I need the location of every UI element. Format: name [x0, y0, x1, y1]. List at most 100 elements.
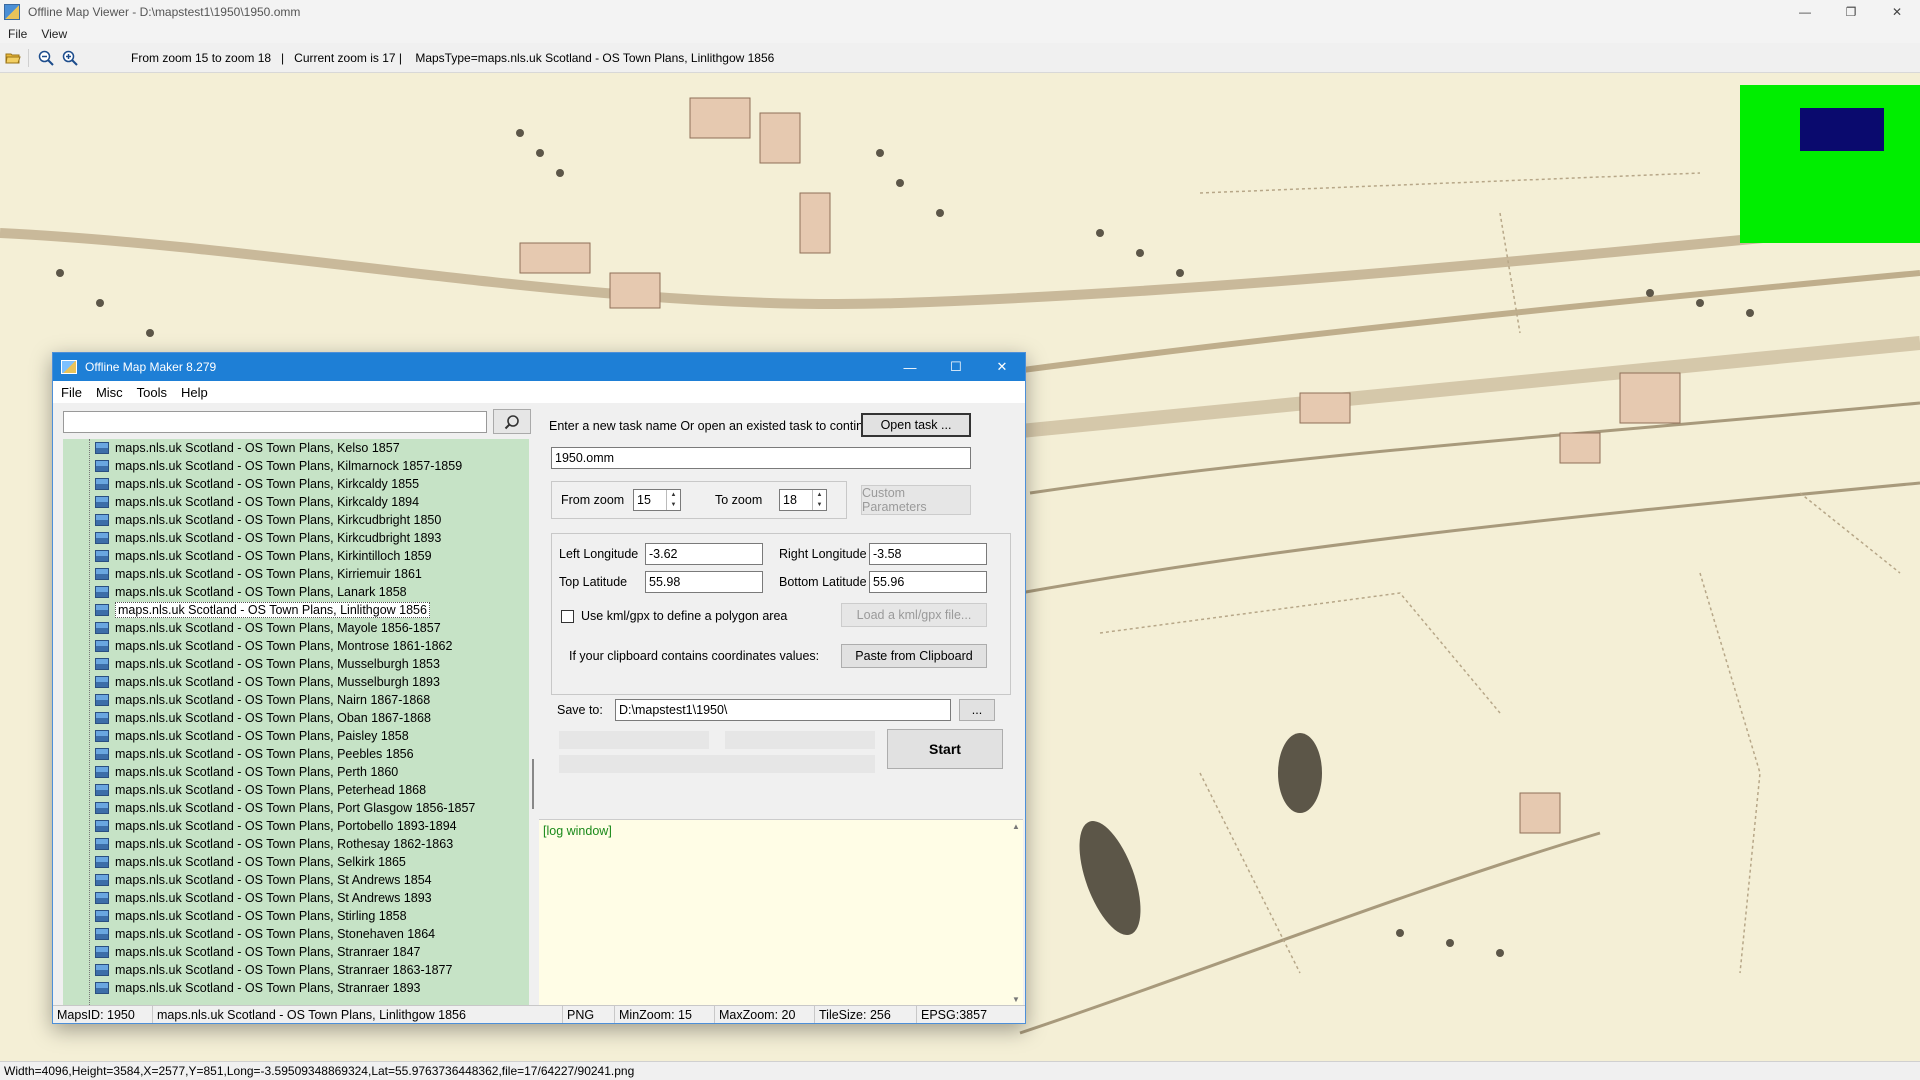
tree-item[interactable]: maps.nls.uk Scotland - OS Town Plans, Mu…	[95, 673, 440, 691]
dialog-app-icon	[61, 360, 77, 374]
dialog-menu-help[interactable]: Help	[181, 385, 208, 400]
custom-parameters-button[interactable]: Custom Parameters	[861, 485, 971, 515]
left-longitude-input[interactable]: -3.62	[645, 543, 763, 565]
tree-item[interactable]: maps.nls.uk Scotland - OS Town Plans, Ki…	[95, 529, 441, 547]
map-layer-icon	[95, 802, 109, 814]
tree-item[interactable]: maps.nls.uk Scotland - OS Town Plans, Po…	[95, 817, 457, 835]
map-layer-icon	[95, 910, 109, 922]
menu-file[interactable]: File	[8, 27, 27, 41]
open-task-button[interactable]: Open task ...	[861, 413, 971, 437]
kml-checkbox[interactable]	[561, 610, 574, 623]
map-layer-icon	[95, 982, 109, 994]
dialog-maximize-button[interactable]: ☐	[933, 353, 979, 381]
dialog-menu-misc[interactable]: Misc	[96, 385, 123, 400]
load-kml-button[interactable]: Load a kml/gpx file...	[841, 603, 987, 627]
map-layer-icon	[95, 946, 109, 958]
map-layer-icon	[95, 928, 109, 940]
scroll-up-icon[interactable]: ▲	[1012, 822, 1020, 831]
left-longitude-label: Left Longitude	[559, 547, 639, 561]
bottom-latitude-label: Bottom Latitude	[779, 575, 867, 589]
dialog-minimize-button[interactable]: —	[887, 353, 933, 381]
tree-item[interactable]: maps.nls.uk Scotland - OS Town Plans, St…	[95, 943, 420, 961]
tree-item-label: maps.nls.uk Scotland - OS Town Plans, La…	[115, 585, 407, 599]
tree-item-label: maps.nls.uk Scotland - OS Town Plans, St…	[115, 891, 432, 905]
map-layer-icon	[95, 622, 109, 634]
minimap-viewport[interactable]	[1800, 108, 1884, 151]
from-zoom-spinner[interactable]: 15 ▲ ▼	[633, 489, 681, 511]
tree-item-label: maps.nls.uk Scotland - OS Town Plans, Ob…	[115, 711, 431, 725]
minimap[interactable]	[1740, 85, 1920, 243]
spinner-down-icon[interactable]: ▼	[667, 500, 680, 510]
search-button[interactable]	[493, 409, 531, 434]
map-layer-icon	[95, 766, 109, 778]
tree-item[interactable]: maps.nls.uk Scotland - OS Town Plans, Ki…	[95, 457, 462, 475]
dialog-menu-tools[interactable]: Tools	[137, 385, 167, 400]
tree-item[interactable]: maps.nls.uk Scotland - OS Town Plans, Ma…	[95, 619, 441, 637]
scroll-down-icon[interactable]: ▼	[1012, 995, 1020, 1004]
tree-item[interactable]: maps.nls.uk Scotland - OS Town Plans, Ki…	[95, 565, 422, 583]
top-latitude-input[interactable]: 55.98	[645, 571, 763, 593]
tree-item[interactable]: maps.nls.uk Scotland - OS Town Plans, Pa…	[95, 727, 409, 745]
tree-item-label: maps.nls.uk Scotland - OS Town Plans, Li…	[115, 602, 430, 618]
tree-scrollbar[interactable]	[529, 439, 537, 1005]
tree-item[interactable]: maps.nls.uk Scotland - OS Town Plans, Ob…	[95, 709, 431, 727]
right-longitude-input[interactable]: -3.58	[869, 543, 987, 565]
tree-item[interactable]: maps.nls.uk Scotland - OS Town Plans, Ki…	[95, 511, 441, 529]
tree-item-label: maps.nls.uk Scotland - OS Town Plans, Ki…	[115, 459, 463, 473]
spinner-up-icon[interactable]: ▲	[813, 490, 826, 500]
tree-item[interactable]: maps.nls.uk Scotland - OS Town Plans, St…	[95, 871, 432, 889]
tree-item[interactable]: maps.nls.uk Scotland - OS Town Plans, St…	[95, 979, 420, 997]
paste-clipboard-button[interactable]: Paste from Clipboard	[841, 644, 987, 668]
tree-item-label: maps.nls.uk Scotland - OS Town Plans, St…	[115, 873, 432, 887]
tree-item[interactable]: maps.nls.uk Scotland - OS Town Plans, Li…	[95, 601, 430, 619]
tree-item-label: maps.nls.uk Scotland - OS Town Plans, Po…	[115, 801, 476, 815]
minimize-button[interactable]: —	[1782, 0, 1828, 24]
open-folder-icon[interactable]	[2, 47, 24, 69]
toolbar: From zoom 15 to zoom 18 | Current zoom i…	[0, 43, 1920, 73]
tree-item[interactable]: maps.nls.uk Scotland - OS Town Plans, St…	[95, 907, 407, 925]
start-button[interactable]: Start	[887, 729, 1003, 769]
map-layer-icon	[95, 514, 109, 526]
tree-item[interactable]: maps.nls.uk Scotland - OS Town Plans, Ki…	[95, 475, 419, 493]
tree-item[interactable]: maps.nls.uk Scotland - OS Town Plans, Pe…	[95, 763, 398, 781]
map-layer-icon	[95, 748, 109, 760]
zoom-out-icon[interactable]	[35, 47, 57, 69]
spinner-down-icon[interactable]: ▼	[813, 500, 826, 510]
restore-button[interactable]: ❐	[1828, 0, 1874, 24]
tree-item[interactable]: maps.nls.uk Scotland - OS Town Plans, La…	[95, 583, 407, 601]
tree-scrollbar-thumb[interactable]	[532, 759, 534, 809]
dialog-close-button[interactable]: ✕	[979, 353, 1025, 381]
bottom-latitude-input[interactable]: 55.96	[869, 571, 987, 593]
tree-item[interactable]: maps.nls.uk Scotland - OS Town Plans, Pe…	[95, 781, 426, 799]
tree-item[interactable]: maps.nls.uk Scotland - OS Town Plans, Mo…	[95, 637, 452, 655]
tree-item[interactable]: maps.nls.uk Scotland - OS Town Plans, Mu…	[95, 655, 440, 673]
tree-item[interactable]: maps.nls.uk Scotland - OS Town Plans, Ro…	[95, 835, 453, 853]
task-name-input[interactable]: 1950.omm	[551, 447, 971, 469]
save-path-input[interactable]: D:\mapstest1\1950\	[615, 699, 951, 721]
tree-item[interactable]: maps.nls.uk Scotland - OS Town Plans, Se…	[95, 853, 406, 871]
tree-item-label: maps.nls.uk Scotland - OS Town Plans, Po…	[115, 819, 457, 833]
dialog-menu-file[interactable]: File	[61, 385, 82, 400]
tree-item[interactable]: maps.nls.uk Scotland - OS Town Plans, St…	[95, 925, 435, 943]
toolbar-separator	[28, 48, 29, 67]
tree-item[interactable]: maps.nls.uk Scotland - OS Town Plans, Pe…	[95, 745, 414, 763]
search-input[interactable]	[63, 411, 487, 433]
map-layer-icon	[95, 694, 109, 706]
tree-item[interactable]: maps.nls.uk Scotland - OS Town Plans, St…	[95, 889, 432, 907]
tree-item[interactable]: maps.nls.uk Scotland - OS Town Plans, Ki…	[95, 547, 432, 565]
tree-item[interactable]: maps.nls.uk Scotland - OS Town Plans, Ki…	[95, 493, 419, 511]
tree-item[interactable]: maps.nls.uk Scotland - OS Town Plans, St…	[95, 961, 452, 979]
tree-item[interactable]: maps.nls.uk Scotland - OS Town Plans, Po…	[95, 799, 475, 817]
log-scrollbar[interactable]: ▲ ▼	[1009, 820, 1023, 1006]
spinner-up-icon[interactable]: ▲	[667, 490, 680, 500]
to-zoom-spinner[interactable]: 18 ▲ ▼	[779, 489, 827, 511]
tree-item[interactable]: maps.nls.uk Scotland - OS Town Plans, Na…	[95, 691, 430, 709]
tree-item[interactable]: maps.nls.uk Scotland - OS Town Plans, Ke…	[95, 439, 400, 457]
log-window[interactable]: [log window] ▲ ▼	[539, 819, 1023, 1006]
tree-item-label: maps.nls.uk Scotland - OS Town Plans, Ki…	[115, 477, 420, 491]
menu-view[interactable]: View	[41, 27, 67, 41]
close-button[interactable]: ✕	[1874, 0, 1920, 24]
map-tree[interactable]: maps.nls.uk Scotland - OS Town Plans, Ke…	[63, 439, 531, 1005]
browse-button[interactable]: ...	[959, 699, 995, 721]
zoom-in-icon[interactable]	[59, 47, 81, 69]
